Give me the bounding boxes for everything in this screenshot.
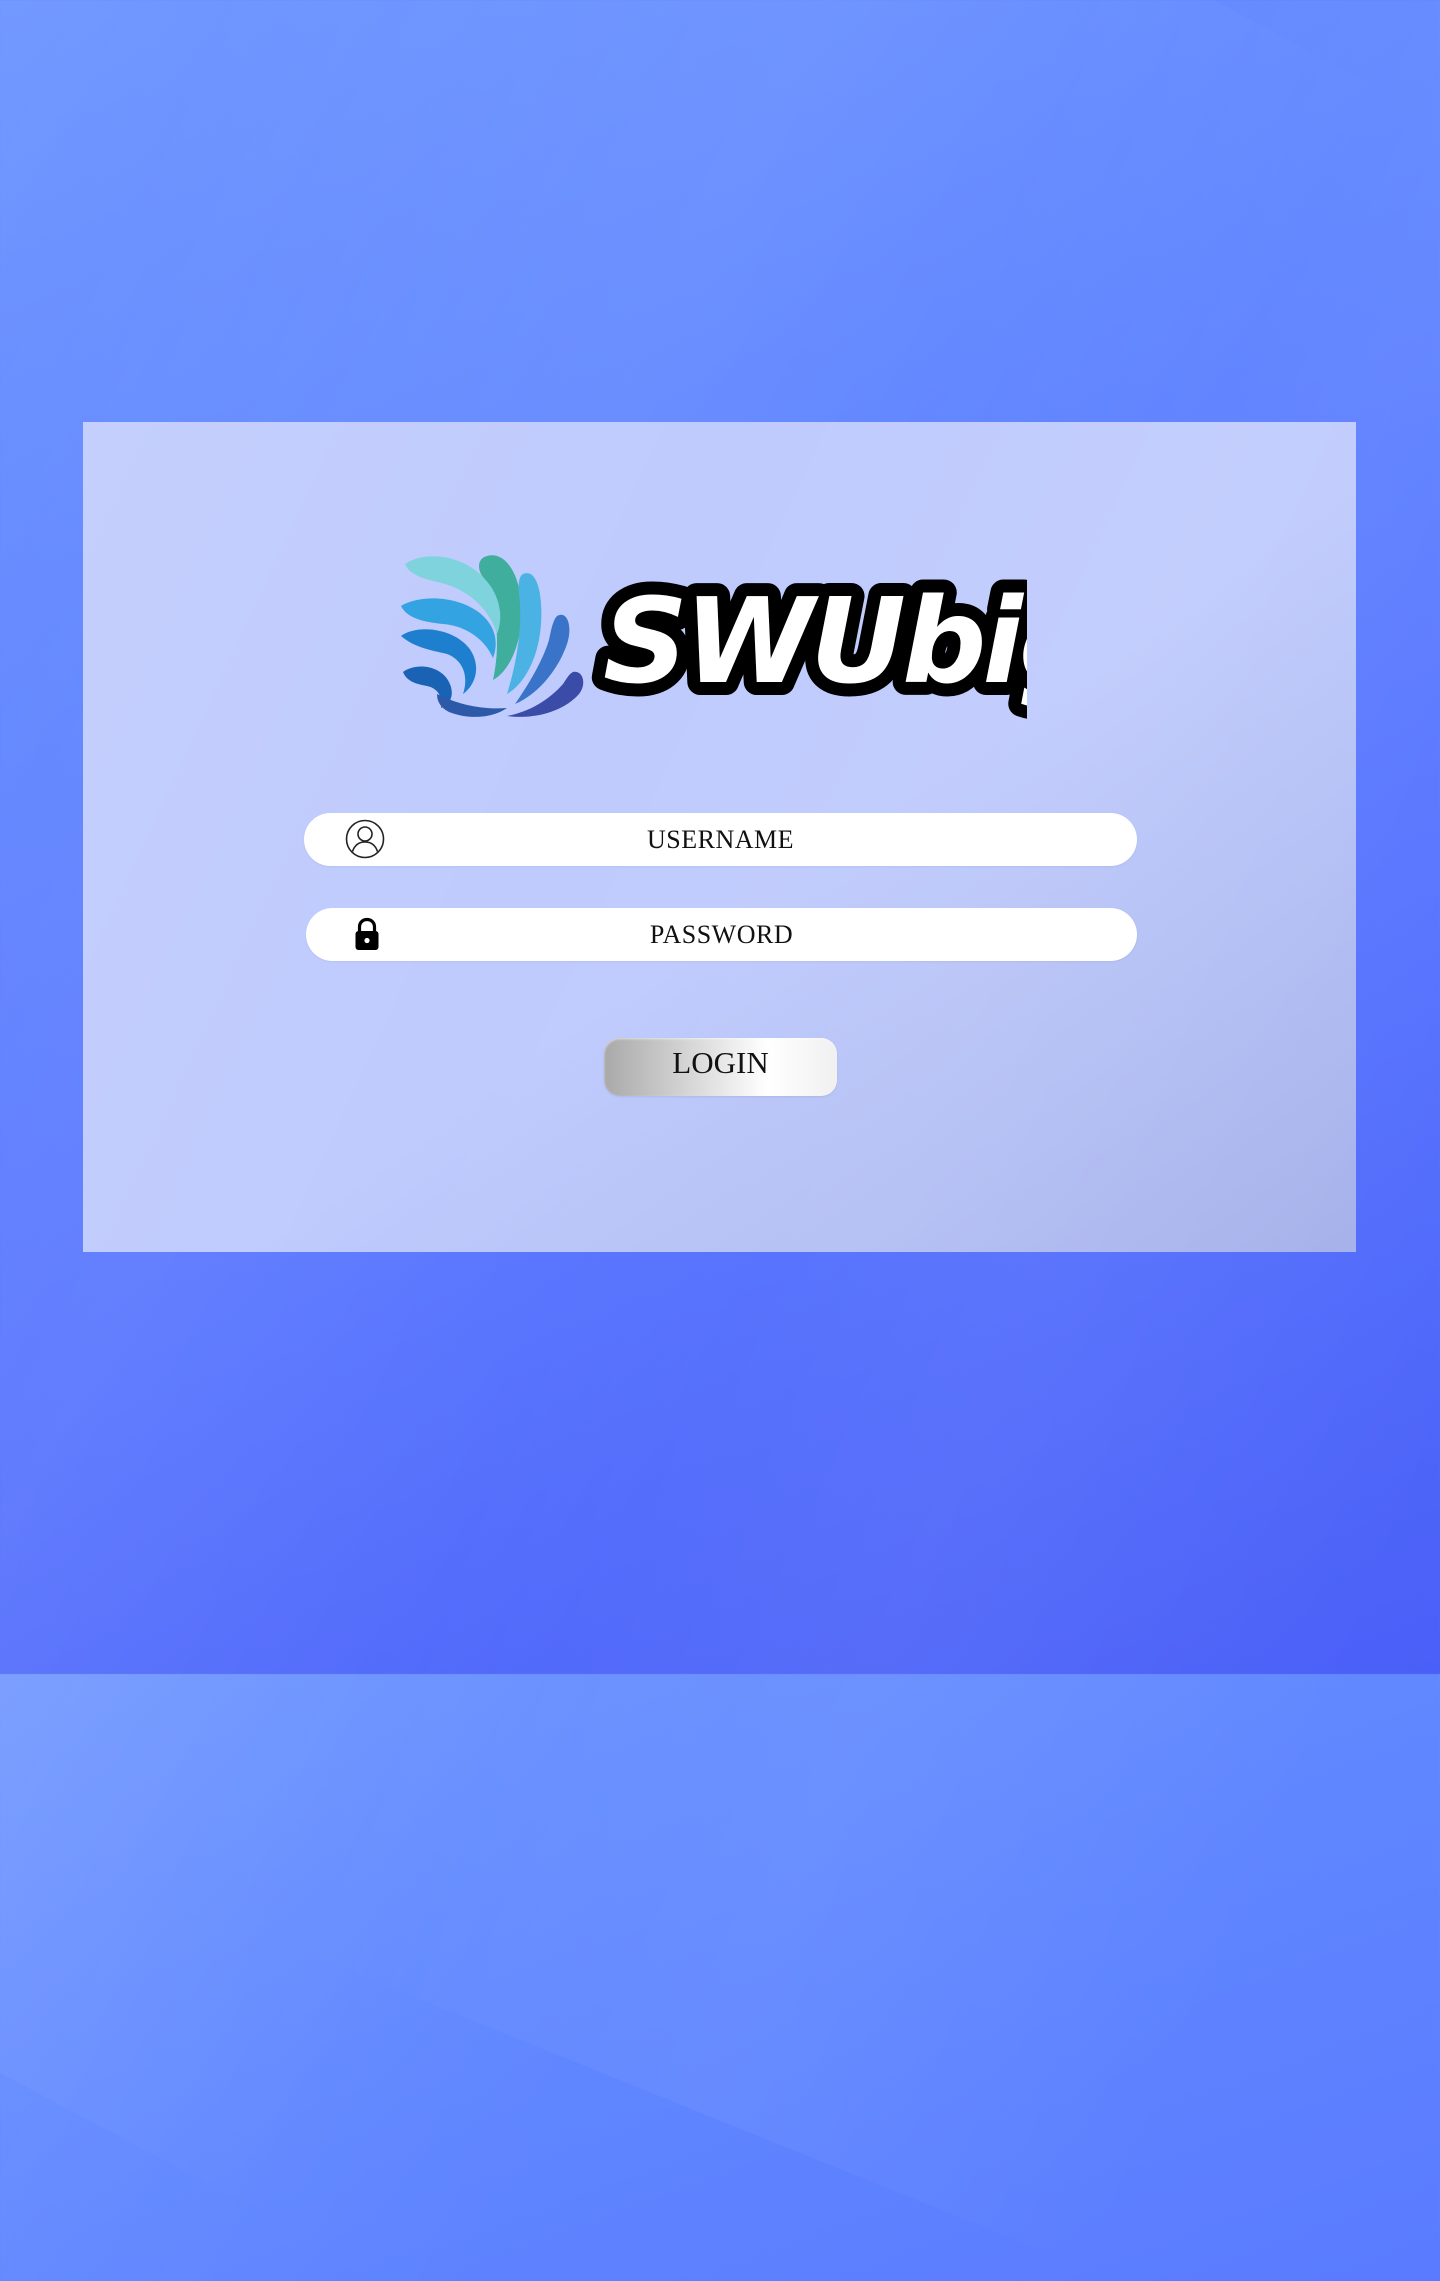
svg-text:SWUbig: SWUbig <box>603 572 1027 710</box>
login-button[interactable]: LOGIN <box>604 1038 837 1096</box>
password-field[interactable]: PASSWORD <box>306 908 1137 961</box>
password-placeholder[interactable]: PASSWORD <box>306 908 1137 961</box>
username-field[interactable]: USERNAME <box>304 813 1137 866</box>
username-placeholder[interactable]: USERNAME <box>304 813 1137 866</box>
logo-mark: SWUbig SWUbig <box>401 555 1027 723</box>
wordmark: SWUbig SWUbig <box>590 559 1027 723</box>
swubig-logo: SWUbig SWUbig <box>397 544 1027 729</box>
login-card: SWUbig SWUbig USERNAME PASSWORD LOGIN <box>83 422 1356 1252</box>
wave-emblem-icon <box>401 555 584 717</box>
